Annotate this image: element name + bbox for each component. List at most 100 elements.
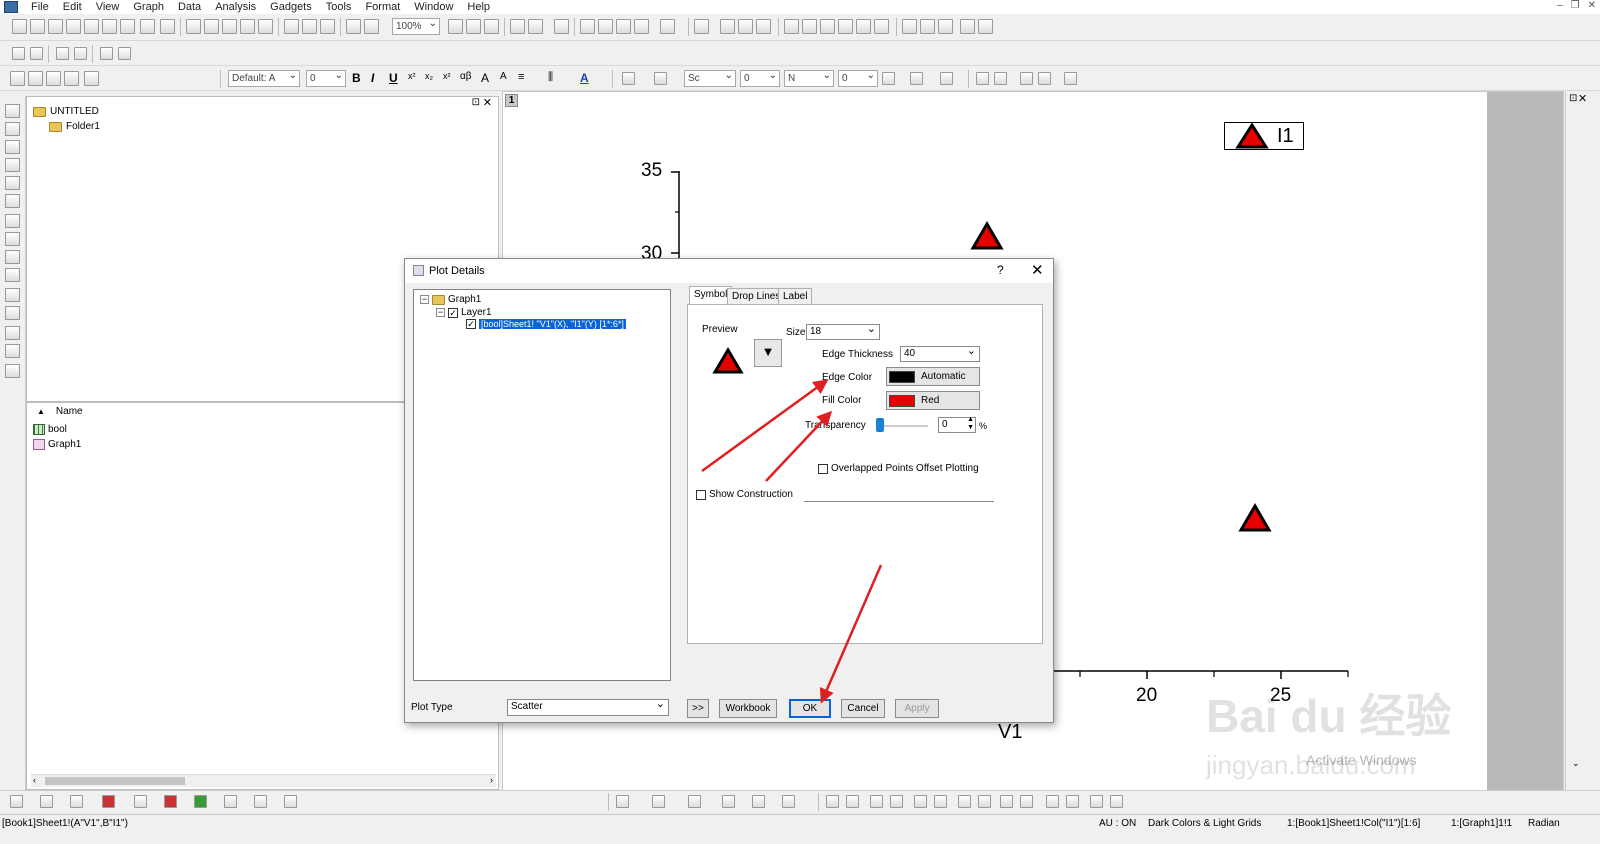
minimize-icon[interactable]: –: [1557, 0, 1563, 11]
axis-inset-icon[interactable]: [874, 19, 889, 34]
layer-checkbox[interactable]: ✓: [448, 307, 458, 318]
align-center-icon[interactable]: [914, 795, 927, 808]
collapse-icon[interactable]: −: [436, 308, 445, 317]
scroll-left-icon[interactable]: ‹: [33, 775, 36, 785]
fill-color-button[interactable]: Red: [886, 391, 980, 410]
menu-gadgets[interactable]: Gadgets: [263, 1, 319, 13]
scroll-thumb[interactable]: [45, 777, 185, 785]
code-builder-icon[interactable]: [510, 19, 525, 34]
row-height-icon[interactable]: [1020, 72, 1033, 85]
data-selector-icon[interactable]: [5, 214, 20, 228]
help-button[interactable]: ?: [997, 263, 1004, 277]
line-plot-icon[interactable]: [10, 795, 23, 808]
col-width-icon[interactable]: [1038, 72, 1051, 85]
move-right-icon[interactable]: [118, 47, 131, 60]
bold-icon[interactable]: B: [352, 71, 361, 85]
column-plot-icon[interactable]: [102, 795, 115, 808]
sup-sub-icon[interactable]: x²: [443, 71, 451, 81]
3d-surface-icon[interactable]: [616, 795, 629, 808]
close-icon[interactable]: ✕: [1578, 92, 1587, 105]
scroll-down-icon[interactable]: ⌄: [1572, 758, 1580, 769]
layer-layout-icon[interactable]: [720, 19, 735, 34]
line-tool-icon[interactable]: [5, 306, 20, 320]
hand-tool-icon[interactable]: [5, 344, 20, 358]
financial-plot-icon[interactable]: [254, 795, 267, 808]
bring-front-icon[interactable]: [958, 795, 971, 808]
ok-button[interactable]: OK: [789, 699, 831, 718]
close-icon[interactable]: ✕: [1588, 0, 1596, 11]
copy-page-icon[interactable]: [466, 19, 481, 34]
move-down-icon[interactable]: [30, 47, 43, 60]
statistics-plot-icon[interactable]: [164, 795, 177, 808]
region-select-icon[interactable]: [5, 232, 20, 246]
export-icon[interactable]: [484, 19, 499, 34]
project-explorer-icon[interactable]: [554, 19, 569, 34]
unmask-icon[interactable]: [46, 71, 61, 86]
symbol-gallery-button[interactable]: ▼: [754, 339, 782, 367]
custom-routine-icon[interactable]: [616, 19, 631, 34]
axis-top-icon[interactable]: [802, 19, 817, 34]
data-point[interactable]: [1238, 503, 1272, 532]
scatter-plot-icon[interactable]: [40, 795, 53, 808]
contour-plot-icon[interactable]: [134, 795, 147, 808]
fill-color-icon[interactable]: [622, 72, 635, 85]
list-item[interactable]: Graph1: [33, 439, 81, 450]
scroll-right-icon[interactable]: ›: [490, 775, 493, 785]
new-notes-icon[interactable]: [120, 19, 135, 34]
new-project-icon[interactable]: [12, 19, 27, 34]
close-panel-icon[interactable]: ✕: [483, 96, 492, 109]
tab-symbol[interactable]: Symbol: [689, 286, 733, 305]
align-icon[interactable]: ≡: [518, 71, 524, 83]
collapse-icon[interactable]: −: [420, 295, 429, 304]
align-middle-icon[interactable]: [934, 795, 947, 808]
data-point[interactable]: [970, 221, 1004, 250]
bring-forward-icon[interactable]: [1046, 795, 1059, 808]
new-layout-icon[interactable]: [102, 19, 117, 34]
new-worksheet-icon[interactable]: [30, 19, 45, 34]
font-color-icon[interactable]: A: [580, 71, 589, 85]
3d-wire-icon[interactable]: [688, 795, 701, 808]
tree-node-layer[interactable]: − ✓ Layer1: [436, 307, 492, 318]
import-ascii-icon[interactable]: [284, 19, 299, 34]
3d-bars-icon[interactable]: [722, 795, 735, 808]
highlight-icon[interactable]: [10, 71, 25, 86]
menu-format[interactable]: Format: [358, 1, 407, 13]
column-align-icon[interactable]: ⫼: [548, 71, 553, 84]
apply-button[interactable]: Apply: [895, 699, 939, 718]
pointer-tool-icon[interactable]: [5, 104, 20, 118]
timer-icon[interactable]: [960, 19, 975, 34]
transparency-slider-thumb[interactable]: [876, 418, 884, 432]
group-icon[interactable]: [1000, 795, 1013, 808]
show-construction-option[interactable]: Show Construction: [696, 489, 793, 500]
tree-root[interactable]: UNTITLED: [33, 106, 99, 117]
results-log-icon[interactable]: [528, 19, 543, 34]
swap-mask-icon[interactable]: [84, 71, 99, 86]
save-template-icon[interactable]: [258, 19, 273, 34]
grid-icon[interactable]: [910, 72, 923, 85]
recalculate-icon[interactable]: [346, 19, 361, 34]
zoom-combo[interactable]: 100%: [392, 16, 440, 35]
dialog-titlebar[interactable]: Plot Details ? ✕: [405, 259, 1053, 283]
fit-layer-icon[interactable]: [1110, 795, 1123, 808]
cancel-button[interactable]: Cancel: [841, 699, 885, 718]
edge-color-button[interactable]: Automatic: [886, 367, 980, 386]
open-template-icon[interactable]: [204, 19, 219, 34]
command-window-icon[interactable]: [580, 19, 595, 34]
graph-vscroll[interactable]: ⊡ ✕ ⌄: [1565, 92, 1587, 790]
zoom-out-tool-icon[interactable]: [5, 140, 20, 154]
italic-icon[interactable]: I: [371, 71, 374, 85]
ungroup-icon[interactable]: [1020, 795, 1033, 808]
3d-contour-icon[interactable]: [782, 795, 795, 808]
text-tool-icon[interactable]: [5, 268, 20, 282]
new-excel-icon[interactable]: [140, 19, 155, 34]
3d-ternary-icon[interactable]: [752, 795, 765, 808]
underline-icon[interactable]: U: [389, 71, 398, 85]
send-backward-icon[interactable]: [1066, 795, 1079, 808]
superscript-icon[interactable]: x²: [408, 71, 416, 81]
increase-font-icon[interactable]: A: [481, 71, 489, 85]
line-symbol-plot-icon[interactable]: [70, 795, 83, 808]
menu-help[interactable]: Help: [460, 1, 497, 13]
move-up-icon[interactable]: [12, 47, 25, 60]
insert-graph-icon[interactable]: [5, 364, 20, 378]
merge-icon[interactable]: [920, 19, 935, 34]
